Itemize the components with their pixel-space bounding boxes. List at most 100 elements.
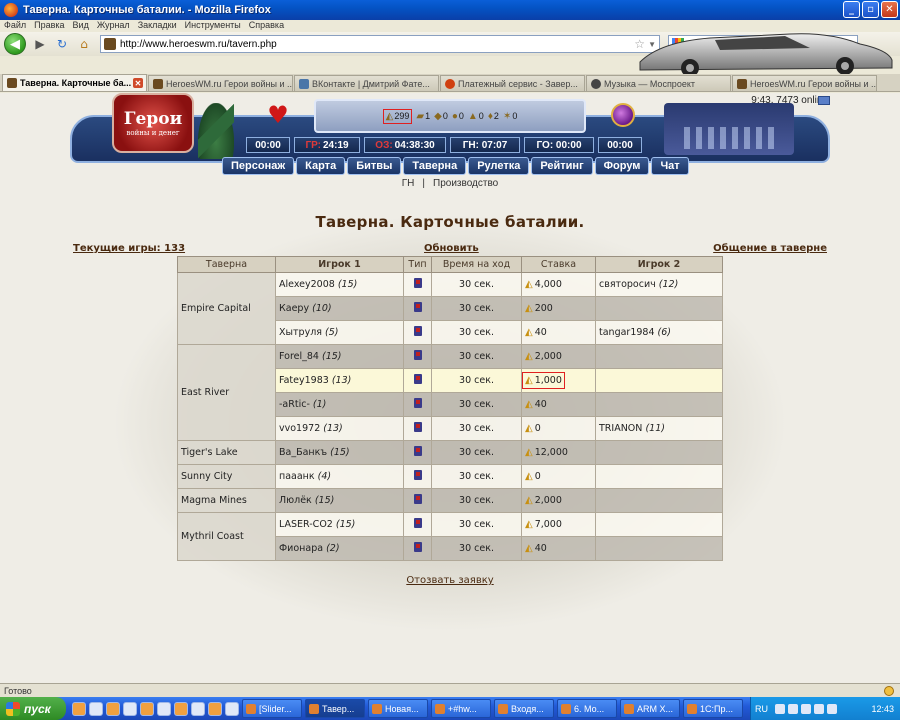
- cell-player2[interactable]: святоросич (12): [595, 272, 723, 297]
- tray-icon[interactable]: [788, 703, 798, 714]
- search-icon[interactable]: ⚲: [846, 38, 854, 51]
- cell-player1[interactable]: Fatey1983 (13): [275, 368, 404, 393]
- url-text[interactable]: http://www.heroeswm.ru/tavern.php: [120, 39, 277, 50]
- quick-launch-icon[interactable]: [225, 701, 239, 716]
- taskbar-item-1c[interactable]: 1С:Пр...: [683, 699, 743, 718]
- player1-name[interactable]: Fatey1983: [279, 375, 329, 386]
- menu-history[interactable]: Журнал: [97, 20, 130, 32]
- player2-name[interactable]: святоросич: [599, 279, 656, 290]
- cell-player2[interactable]: [595, 488, 723, 513]
- player1-name[interactable]: Фионара: [279, 543, 323, 554]
- tab-tavern[interactable]: Таверна. Карточные ба... ✕: [2, 74, 147, 91]
- taskbar-item-6mo[interactable]: 6. Мо...: [557, 699, 617, 718]
- maximize-button[interactable]: ▫: [862, 1, 879, 18]
- quick-launch-icon[interactable]: [89, 701, 103, 716]
- cell-player1[interactable]: Alexey2008 (15): [275, 272, 404, 297]
- quick-launch-icon[interactable]: [106, 701, 120, 716]
- cell-player1[interactable]: Ва_Банкъ (15): [275, 440, 404, 465]
- quick-launch-icon[interactable]: [72, 701, 86, 716]
- quick-launch-icon[interactable]: [208, 701, 222, 716]
- subnav-production[interactable]: Производство: [433, 178, 498, 189]
- tray-icon[interactable]: [801, 703, 811, 714]
- taskbar-item-tavern[interactable]: Тавер...: [305, 699, 365, 718]
- nav-map[interactable]: Карта: [296, 157, 346, 175]
- player1-name[interactable]: пааанк: [279, 471, 315, 482]
- url-bar[interactable]: http://www.heroeswm.ru/tavern.php ☆ ▼: [100, 35, 660, 53]
- back-button[interactable]: ◀: [4, 33, 26, 55]
- cell-player1[interactable]: Люлёк (15): [275, 488, 404, 513]
- cell-player2[interactable]: [595, 368, 723, 393]
- nav-forum[interactable]: Форум: [594, 157, 650, 175]
- close-window-button[interactable]: ✕: [881, 1, 898, 18]
- player1-name[interactable]: Alexey2008: [279, 279, 335, 290]
- cell-player1[interactable]: Каеру (10): [275, 296, 404, 321]
- url-dropdown-icon[interactable]: ▼: [648, 40, 656, 49]
- quick-launch-icon[interactable]: [157, 701, 171, 716]
- quick-launch-icon[interactable]: [191, 701, 205, 716]
- search-input[interactable]: [688, 39, 838, 49]
- nav-character[interactable]: Персонаж: [222, 157, 295, 175]
- taskbar-item-inbox[interactable]: Входя...: [494, 699, 554, 718]
- player2-name[interactable]: tangar1984: [599, 327, 655, 338]
- cell-player2[interactable]: [595, 536, 723, 561]
- cell-player2[interactable]: [595, 392, 723, 417]
- player1-name[interactable]: Каеру: [279, 303, 309, 314]
- search-box[interactable]: ⚲: [668, 35, 858, 53]
- cell-player2[interactable]: [595, 344, 723, 369]
- reload-button[interactable]: ↻: [54, 36, 70, 52]
- tab-vkontakte[interactable]: ВКонтакте | Дмитрий Фате...: [294, 75, 439, 91]
- player1-name[interactable]: Forel_84: [279, 351, 319, 362]
- bookmark-star-icon[interactable]: ☆: [634, 37, 645, 51]
- menu-bookmarks[interactable]: Закладки: [138, 20, 177, 32]
- menu-view[interactable]: Вид: [73, 20, 89, 32]
- menu-file[interactable]: Файл: [4, 20, 26, 32]
- taskbar-item-slider[interactable]: [Slider...: [242, 699, 302, 718]
- subnav-gn[interactable]: ГН: [402, 178, 415, 189]
- forward-button[interactable]: ▶: [32, 36, 48, 52]
- quick-launch-icon[interactable]: [123, 701, 137, 716]
- tray-icon[interactable]: [827, 703, 837, 714]
- tab-heroeswm[interactable]: HeroesWM.ru Герои войны и ...: [148, 75, 293, 91]
- home-button[interactable]: ⌂: [76, 36, 92, 52]
- quick-launch-icon[interactable]: [140, 701, 154, 716]
- taskbar-item-arm[interactable]: ARM X...: [620, 699, 680, 718]
- smiley-icon[interactable]: [884, 686, 894, 696]
- minimize-button[interactable]: _: [843, 1, 860, 18]
- nav-tavern[interactable]: Таверна: [403, 157, 467, 175]
- game-logo[interactable]: Герои войны и денег: [112, 93, 194, 153]
- tray-icon[interactable]: [775, 703, 785, 714]
- cell-player1[interactable]: LASER-CO2 (15): [275, 512, 404, 537]
- cell-player1[interactable]: vvo1972 (13): [275, 416, 404, 441]
- nav-chat[interactable]: Чат: [651, 157, 689, 175]
- cell-player2[interactable]: [595, 440, 723, 465]
- nav-roulette[interactable]: Рулетка: [468, 157, 530, 175]
- cell-player1[interactable]: Хытруля (5): [275, 320, 404, 345]
- quick-launch-icon[interactable]: [174, 701, 188, 716]
- close-tab-icon[interactable]: ✕: [133, 78, 143, 88]
- refresh-link[interactable]: Обновить: [424, 243, 479, 254]
- nav-battles[interactable]: Битвы: [347, 157, 402, 175]
- cell-player1[interactable]: Forel_84 (15): [275, 344, 404, 369]
- withdraw-request-link[interactable]: Отозвать заявку: [0, 575, 900, 586]
- player1-name[interactable]: LASER-CO2: [279, 519, 333, 530]
- cell-player2[interactable]: tangar1984 (6): [595, 320, 723, 345]
- player1-name[interactable]: Люлёк: [279, 495, 312, 506]
- menu-help[interactable]: Справка: [249, 20, 284, 32]
- tab-music[interactable]: Музыка — Моспроект: [586, 75, 731, 91]
- tab-payment[interactable]: Платежный сервис - Завер...: [440, 75, 585, 91]
- cell-player1[interactable]: пааанк (4): [275, 464, 404, 489]
- cell-player2[interactable]: [595, 512, 723, 537]
- cell-player2[interactable]: TRIANON (11): [595, 416, 723, 441]
- cell-player2[interactable]: [595, 296, 723, 321]
- taskbar-item-new[interactable]: Новая...: [368, 699, 428, 718]
- current-games-link[interactable]: Текущие игры: 133: [73, 243, 185, 254]
- tray-icon[interactable]: [814, 703, 824, 714]
- nav-rating[interactable]: Рейтинг: [531, 157, 593, 175]
- taskbar-item-hw[interactable]: +#hw...: [431, 699, 491, 718]
- player1-name[interactable]: vvo1972: [279, 423, 320, 434]
- cell-player1[interactable]: Фионара (2): [275, 536, 404, 561]
- player1-name[interactable]: Ва_Банкъ: [279, 447, 327, 458]
- tavern-chat-link[interactable]: Общение в таверне: [713, 243, 827, 254]
- menu-edit[interactable]: Правка: [34, 20, 64, 32]
- player1-name[interactable]: Хытруля: [279, 327, 322, 338]
